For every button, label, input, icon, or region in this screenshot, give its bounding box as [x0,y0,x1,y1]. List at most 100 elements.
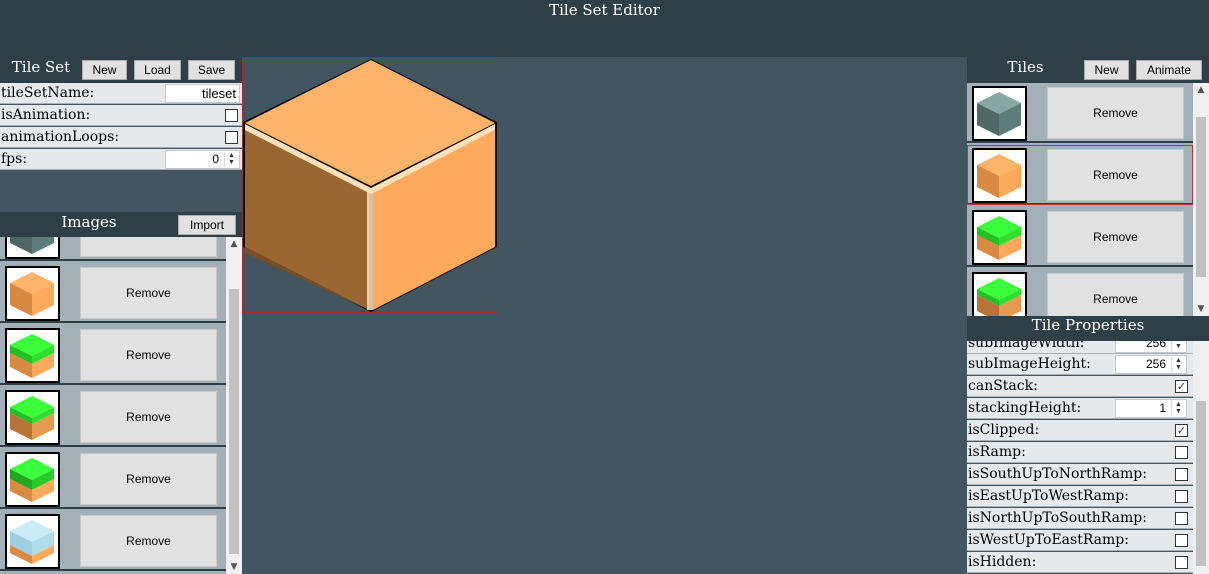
orange-cube-icon [972,148,1027,203]
spinner-icon[interactable]: ▲▼ [1171,341,1185,351]
tiles-scrollbar[interactable]: ▲ ▼ [1193,83,1209,316]
scroll-thumb[interactable] [1196,117,1206,277]
tiles-new-button[interactable]: New [1084,60,1129,80]
west-east-ramp-row: isWestUpToEastRamp: [967,530,1193,551]
animation-loops-checkbox[interactable] [225,131,238,144]
remove-button[interactable]: Remove [1047,87,1184,139]
remove-button[interactable]: Remove [80,237,217,257]
animate-button[interactable]: Animate [1136,60,1202,80]
grass-cube-icon [5,390,60,445]
spinner-icon[interactable]: ▲▼ [1171,357,1185,372]
tile-item[interactable]: Remove [967,207,1193,267]
images-scrollbar[interactable]: ▲ ▼ [226,237,242,574]
sub-image-height-input[interactable]: 256 ▲ ▼ [1115,355,1187,374]
is-clipped-label: isClipped: [968,422,1040,438]
tile-preview-canvas[interactable] [242,57,498,313]
tile-item[interactable]: Remove [967,269,1193,316]
window-title: Tile Set Editor [549,1,660,19]
is-hidden-checkbox[interactable] [1175,556,1188,569]
is-ramp-label: isRamp: [968,444,1026,460]
list-item: Remove [0,449,226,509]
stacking-height-input[interactable]: 1 ▲ ▼ [1115,399,1187,418]
animation-loops-label: animationLoops: [1,129,120,145]
can-stack-checkbox[interactable]: ✓ [1175,380,1188,393]
is-clipped-checkbox[interactable]: ✓ [1175,424,1188,437]
list-item: Remove [0,237,226,261]
remove-button[interactable]: Remove [80,391,217,443]
is-animation-row: isAnimation: [0,105,242,126]
is-animation-checkbox[interactable] [225,109,238,122]
tile-properties-list[interactable]: subImageWidth: 256 ▲▼ subImageHeight: 25… [967,341,1193,574]
north-south-ramp-label: isNorthUpToSouthRamp: [968,510,1147,526]
sub-image-width-row: subImageWidth: 256 ▲▼ [967,341,1193,354]
remove-button[interactable]: Remove [80,329,217,381]
tileset-load-button[interactable]: Load [134,60,181,80]
tileset-name-label: tileSetName: [1,85,95,101]
east-west-ramp-label: isEastUpToWestRamp: [968,488,1129,504]
images-list[interactable]: Remove Remove Remove Remove Remove [0,237,226,574]
west-east-ramp-label: isWestUpToEastRamp: [968,532,1129,548]
is-ramp-checkbox[interactable] [1175,446,1188,459]
scroll-thumb[interactable] [229,289,239,554]
remove-button[interactable]: Remove [80,267,217,319]
remove-button[interactable]: Remove [80,515,217,567]
grass-cube-icon [5,328,60,383]
tileset-title: Tile Set [11,58,71,76]
is-animation-label: isAnimation: [1,107,91,123]
orange-cube-icon [5,266,60,321]
tiles-title: Tiles [1007,58,1044,76]
north-south-ramp-row: isNorthUpToSouthRamp: [967,508,1193,529]
fps-value: 0 [212,152,219,166]
fps-spinner-icon[interactable]: ▲ ▼ [224,152,238,167]
tile-properties-header: Tile Properties [967,316,1209,341]
south-north-ramp-row: isSouthUpToNorthRamp: [967,464,1193,485]
grass-cube-icon [972,272,1027,316]
east-west-ramp-checkbox[interactable] [1175,490,1188,503]
sub-image-width-input[interactable]: 256 ▲▼ [1115,341,1187,353]
tile-item-selected[interactable]: Remove [967,145,1193,205]
west-east-ramp-checkbox[interactable] [1175,534,1188,547]
stacking-height-row: stackingHeight: 1 ▲ ▼ [967,398,1193,419]
tiles-list[interactable]: Remove Remove Remove Remove [967,83,1193,316]
tileset-save-button[interactable]: Save [188,60,235,80]
is-ramp-row: isRamp: [967,442,1193,463]
fps-input[interactable]: 0 ▲ ▼ [165,150,240,169]
scroll-up-icon[interactable]: ▲ [1193,83,1209,97]
remove-button[interactable]: Remove [1047,211,1184,263]
scroll-down-icon[interactable]: ▼ [226,560,242,574]
fps-row: fps: 0 ▲ ▼ [0,149,242,170]
remove-button[interactable]: Remove [80,453,217,505]
sub-image-height-row: subImageHeight: 256 ▲ ▼ [967,354,1193,375]
scroll-up-icon[interactable]: ▲ [226,237,242,251]
tiles-header: Tiles New Animate [967,57,1209,83]
remove-button[interactable]: Remove [1047,273,1184,316]
sub-image-height-value: 256 [1145,357,1166,371]
scroll-down-icon[interactable]: ▼ [1193,302,1209,316]
list-item: Remove [0,263,226,323]
tileset-name-row: tileSetName: tileset [0,83,242,104]
gray-cube-icon [5,237,60,259]
north-south-ramp-checkbox[interactable] [1175,512,1188,525]
tileset-name-input[interactable]: tileset [165,84,240,103]
tile-properties-scrollbar[interactable] [1193,341,1209,574]
list-item: Remove [0,325,226,385]
tileset-new-button[interactable]: New [82,60,127,80]
is-hidden-label: isHidden: [968,554,1037,570]
sub-image-width-value: 256 [1145,341,1166,350]
sub-image-width-label: subImageWidth: [968,341,1085,351]
import-button[interactable]: Import [178,215,236,235]
stacking-height-label: stackingHeight: [968,400,1082,416]
images-header: Images Import [0,212,242,237]
water-cube-icon [5,514,60,569]
south-north-ramp-checkbox[interactable] [1175,468,1188,481]
can-stack-label: canStack: [968,378,1038,394]
spinner-icon[interactable]: ▲▼ [1171,401,1185,416]
is-hidden-row: isHidden: [967,552,1193,573]
east-west-ramp-row: isEastUpToWestRamp: [967,486,1193,507]
tile-item[interactable]: Remove [967,83,1193,143]
list-item: Remove [0,387,226,447]
animation-loops-row: animationLoops: [0,127,242,148]
remove-button[interactable]: Remove [1047,149,1184,201]
tileset-header: Tile Set New Load Save [0,57,242,83]
scroll-thumb[interactable] [1196,401,1206,566]
